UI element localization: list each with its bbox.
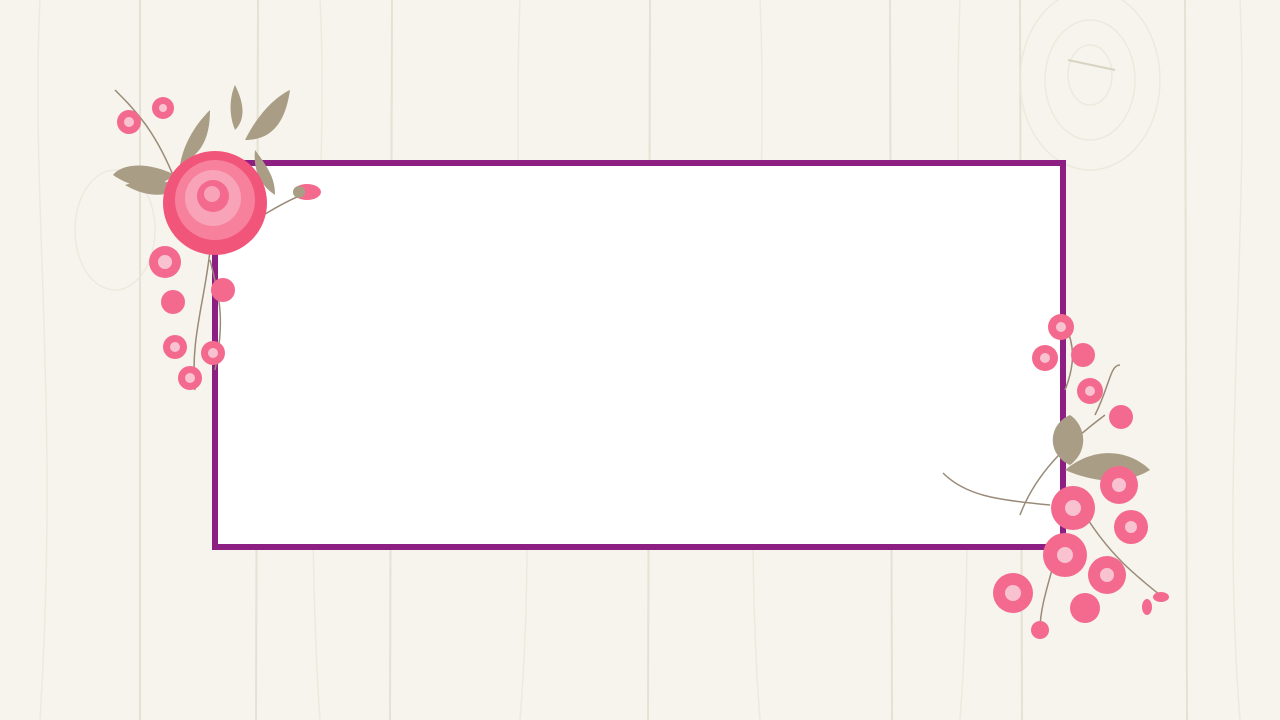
content-frame bbox=[212, 160, 1066, 550]
frame-content-area bbox=[218, 166, 1060, 544]
